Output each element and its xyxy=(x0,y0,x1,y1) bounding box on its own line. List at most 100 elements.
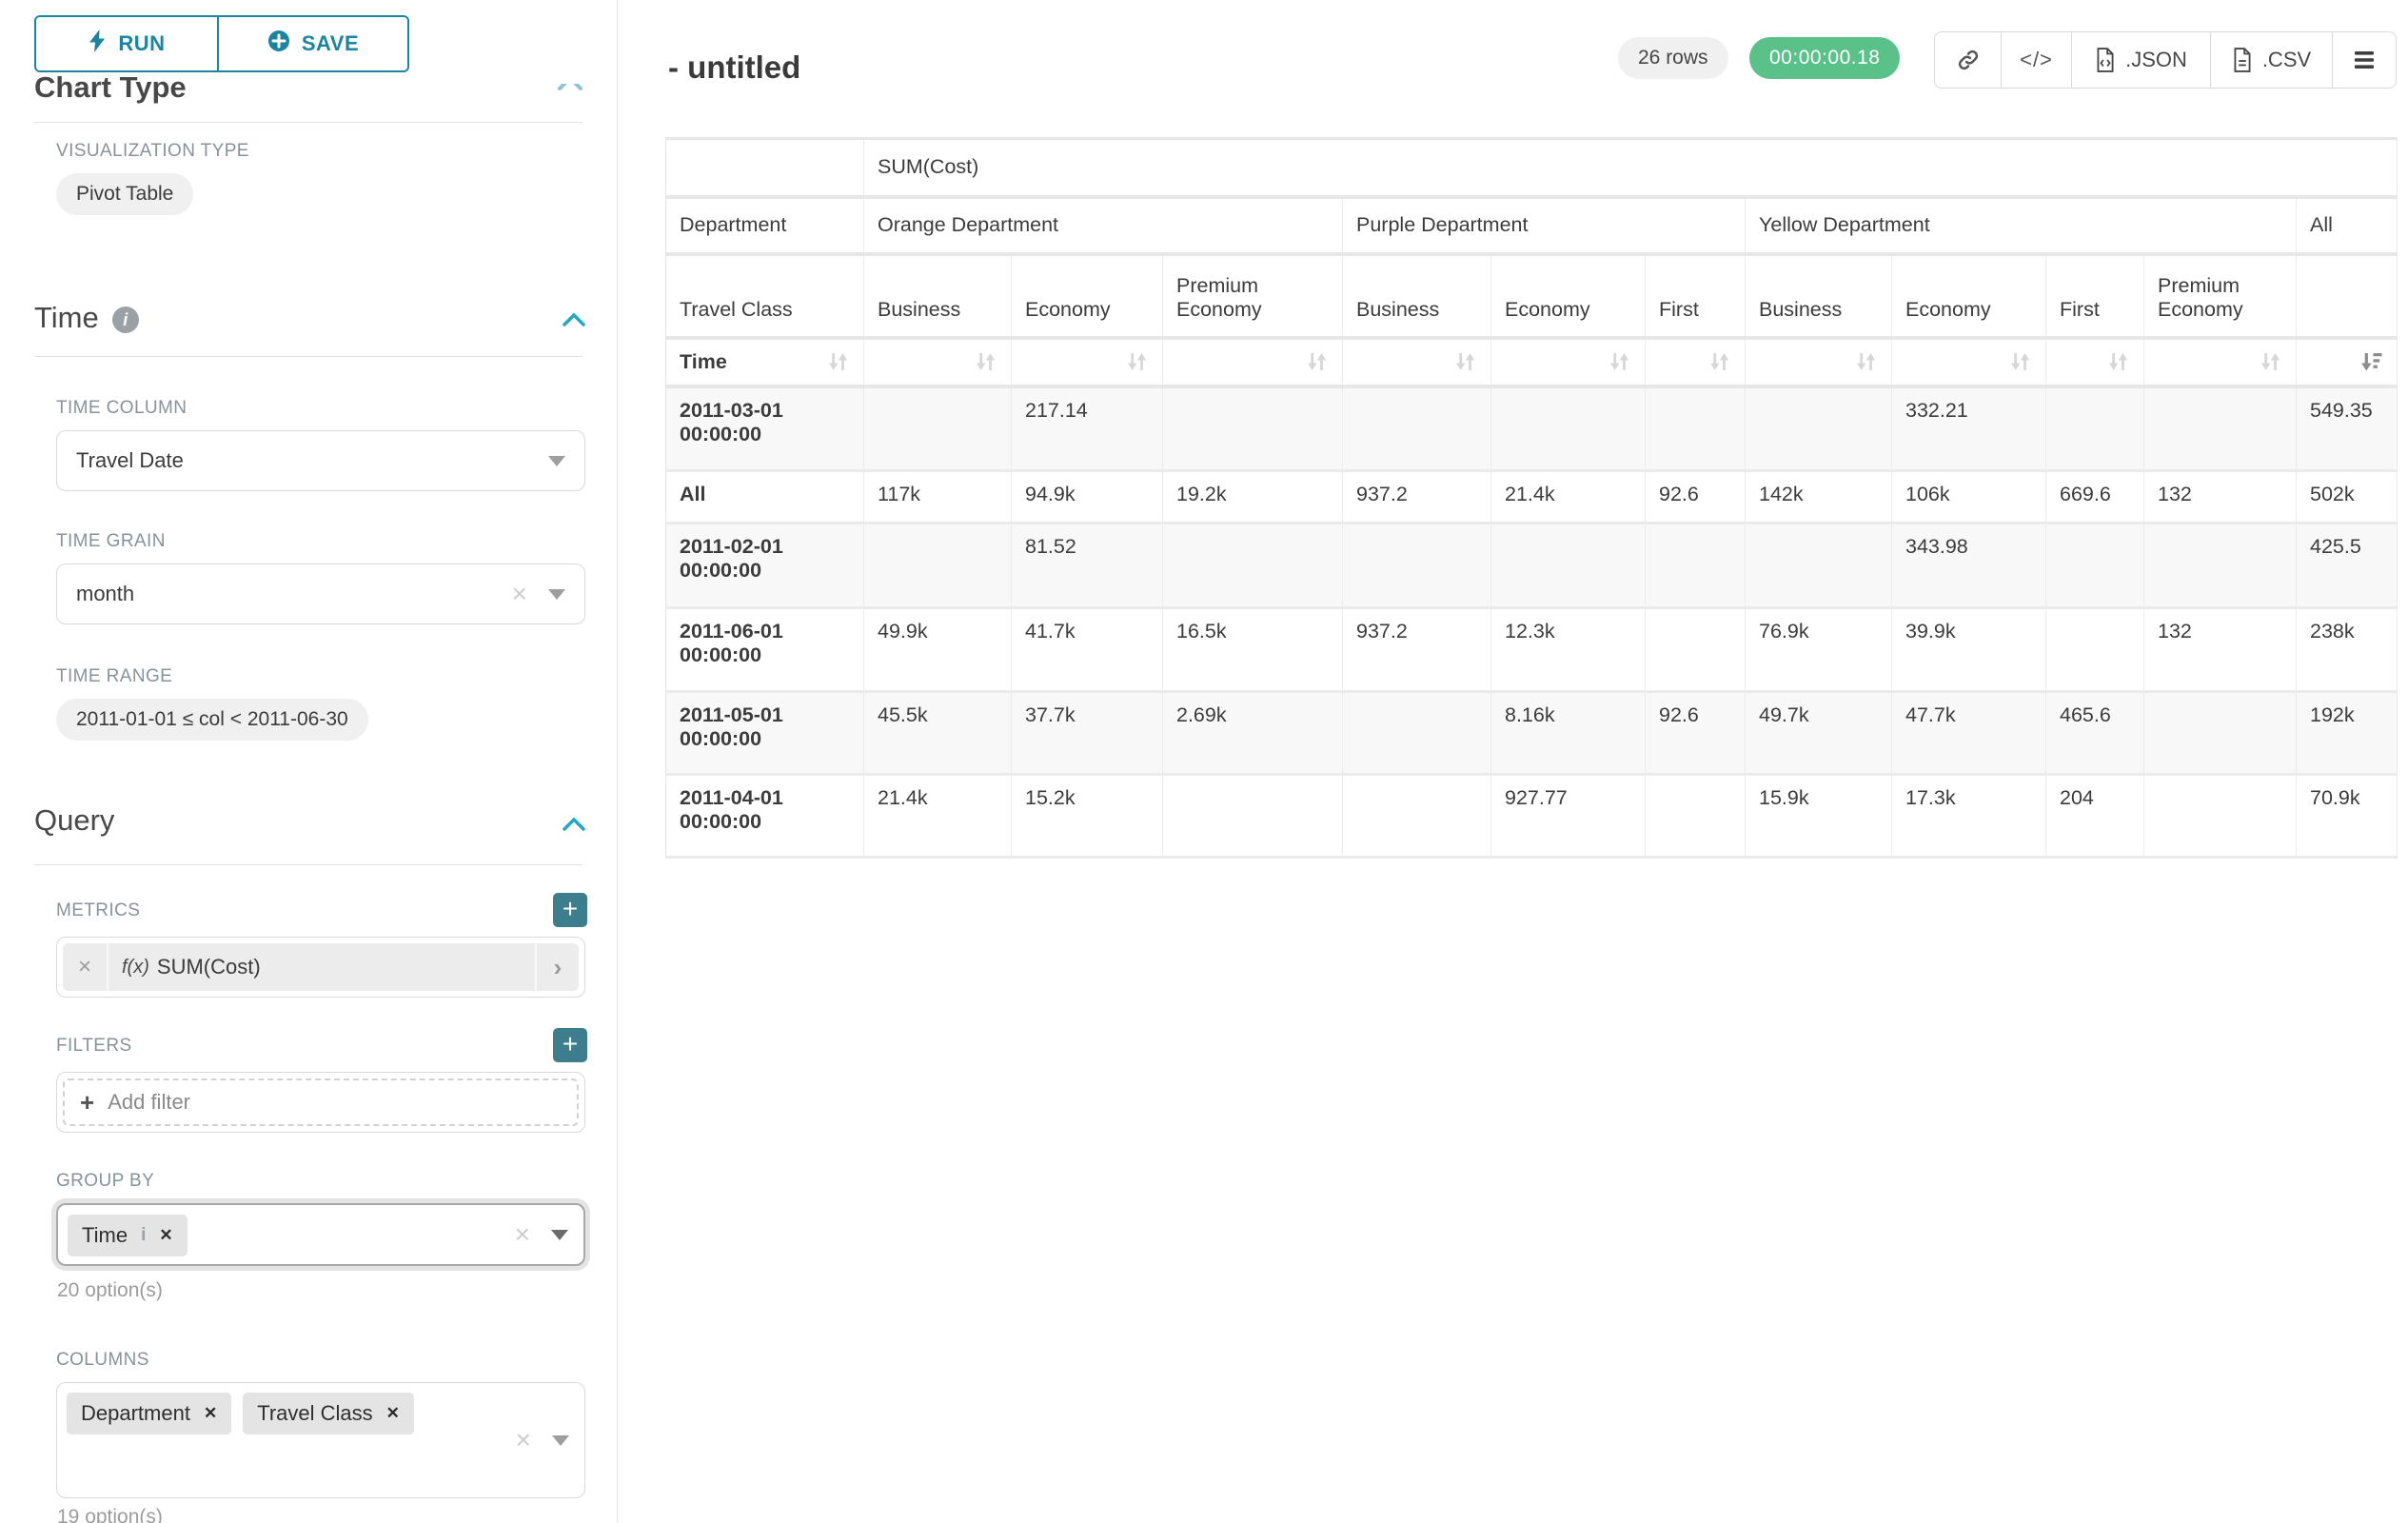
sort-toggle[interactable] xyxy=(1163,338,1343,386)
pivot-value-cell: 76.9k xyxy=(1746,608,1892,692)
row-count-badge: 26 rows xyxy=(1618,37,1728,79)
sort-toggle[interactable] xyxy=(2297,338,2398,386)
time-grain-select[interactable]: month × xyxy=(56,564,585,624)
export-button-group: </> .JSON .CSV xyxy=(1934,31,2397,89)
pivot-value-cell: 142k xyxy=(1746,471,1892,524)
clear-icon[interactable]: × xyxy=(516,1427,531,1454)
pivot-value-cell: 49.9k xyxy=(864,608,1012,692)
add-filter-plus-button[interactable]: + xyxy=(553,1028,587,1062)
pivot-class-header: Business xyxy=(864,254,1012,338)
pivot-value-cell: 549.35 xyxy=(2297,386,2398,471)
pivot-row-dimension-label: Time xyxy=(680,350,727,374)
pivot-value-cell: 49.7k xyxy=(1746,692,1892,775)
caret-down-icon[interactable] xyxy=(551,1230,568,1240)
sort-arrows-icon xyxy=(1707,351,1731,372)
chart-type-collapse-icon[interactable] xyxy=(556,84,590,92)
remove-chip-icon[interactable]: ✕ xyxy=(159,1226,172,1245)
metric-name: SUM(Cost) xyxy=(157,955,261,979)
pivot-value-cell xyxy=(1646,608,1746,692)
sort-toggle[interactable] xyxy=(2046,338,2144,386)
sort-toggle[interactable] xyxy=(864,338,1012,386)
add-metric-button[interactable]: + xyxy=(553,893,587,927)
time-column-select[interactable]: Travel Date xyxy=(56,430,585,491)
pivot-value-cell xyxy=(1163,386,1343,471)
pivot-row-header: 2011-02-01 00:00:00 xyxy=(666,524,864,608)
sort-toggle[interactable] xyxy=(1646,338,1746,386)
more-options-button[interactable] xyxy=(2333,32,2396,88)
run-button[interactable]: RUN xyxy=(36,17,217,70)
pivot-value-cell: 117k xyxy=(864,471,1012,524)
pivot-value-cell: 8.16k xyxy=(1491,692,1646,775)
sort-toggle[interactable] xyxy=(1746,338,1892,386)
sort-toggle[interactable] xyxy=(1343,338,1491,386)
metric-chip[interactable]: × f(x) SUM(Cost) › xyxy=(63,943,579,991)
metrics-control: × f(x) SUM(Cost) › xyxy=(56,937,585,998)
code-icon: </> xyxy=(2020,48,2053,72)
pivot-value-cell: 21.4k xyxy=(864,775,1012,858)
copy-link-button[interactable] xyxy=(1935,32,2002,88)
pivot-row-header: All xyxy=(666,471,864,524)
pivot-value-cell: 39.9k xyxy=(1892,608,2046,692)
pivot-class-header: First xyxy=(2046,254,2144,338)
sort-toggle[interactable] xyxy=(2144,338,2297,386)
remove-chip-icon[interactable]: ✕ xyxy=(386,1404,400,1423)
export-json-button[interactable]: .JSON xyxy=(2072,32,2211,88)
selected-option-chip[interactable]: Travel Class✕ xyxy=(243,1393,414,1434)
pivot-value-cell: 937.2 xyxy=(1343,471,1491,524)
time-column-value: Travel Date xyxy=(76,448,548,473)
sort-arrows-icon xyxy=(2259,351,2282,372)
time-column-label: TIME COLUMN xyxy=(56,398,187,419)
query-section-collapse-icon[interactable] xyxy=(561,815,587,839)
clear-icon[interactable]: × xyxy=(515,1221,530,1248)
pivot-value-cell xyxy=(1343,775,1491,858)
pivot-value-cell: 132 xyxy=(2144,471,2297,524)
sort-arrows-icon xyxy=(826,351,850,372)
visualization-type-label: VISUALIZATION TYPE xyxy=(56,141,249,162)
selected-option-chip[interactable]: Timei✕ xyxy=(68,1215,188,1256)
sort-arrows-icon xyxy=(2008,351,2032,372)
link-icon xyxy=(1956,48,1981,72)
control-panel-sidebar: Chart Type RUN SAVE VISUALIZATION TYPE P… xyxy=(0,0,618,1523)
pivot-class-header: Premium Economy xyxy=(2144,254,2297,338)
pivot-value-cell xyxy=(1343,386,1491,471)
sort-toggle[interactable]: Time xyxy=(666,338,864,386)
pivot-value-cell: 15.9k xyxy=(1746,775,1892,858)
pivot-value-cell xyxy=(2046,524,2144,608)
export-csv-button[interactable]: .CSV xyxy=(2211,32,2333,88)
selected-option-chip[interactable]: Department✕ xyxy=(67,1393,231,1434)
time-section-collapse-icon[interactable] xyxy=(561,310,587,334)
save-button[interactable]: SAVE xyxy=(217,17,407,70)
add-filter-button[interactable]: + Add filter xyxy=(63,1078,579,1126)
visualization-type-value[interactable]: Pivot Table xyxy=(56,173,193,215)
expand-metric-icon[interactable]: › xyxy=(535,943,579,991)
pivot-corner-cell xyxy=(666,139,864,197)
caret-down-icon[interactable] xyxy=(552,1435,569,1446)
pivot-class-header: Economy xyxy=(1491,254,1646,338)
time-range-value[interactable]: 2011-01-01 ≤ col < 2011-06-30 xyxy=(56,699,368,741)
query-timer-badge: 00:00:00.18 xyxy=(1749,37,1900,79)
pivot-value-cell: 16.5k xyxy=(1163,608,1343,692)
columns-select[interactable]: Department✕ Travel Class✕ × xyxy=(56,1382,585,1498)
pivot-class-header: Economy xyxy=(1012,254,1163,338)
group-by-options-hint: 20 option(s) xyxy=(57,1279,163,1302)
pivot-value-cell xyxy=(1343,692,1491,775)
caret-down-icon[interactable] xyxy=(548,589,565,600)
sort-toggle[interactable] xyxy=(1892,338,2046,386)
save-button-label: SAVE xyxy=(302,31,359,56)
chart-title[interactable]: - untitled xyxy=(668,49,800,86)
remove-metric-icon[interactable]: × xyxy=(63,943,109,991)
filters-control: + Add filter xyxy=(56,1072,585,1133)
run-save-button-group: RUN SAVE xyxy=(34,15,409,72)
sort-toggle[interactable] xyxy=(1012,338,1163,386)
remove-chip-icon[interactable]: ✕ xyxy=(204,1404,217,1423)
group-by-select[interactable]: Timei✕ × xyxy=(56,1203,585,1266)
pivot-value-cell xyxy=(2144,386,2297,471)
pivot-value-cell: 669.6 xyxy=(2046,471,2144,524)
pivot-department-header: All xyxy=(2297,197,2398,254)
clear-icon[interactable]: × xyxy=(512,581,527,607)
embed-code-button[interactable]: </> xyxy=(2002,32,2072,88)
pivot-class-header: Business xyxy=(1343,254,1491,338)
function-icon: f(x) xyxy=(122,957,149,979)
caret-down-icon[interactable] xyxy=(548,456,565,466)
sort-toggle[interactable] xyxy=(1491,338,1646,386)
